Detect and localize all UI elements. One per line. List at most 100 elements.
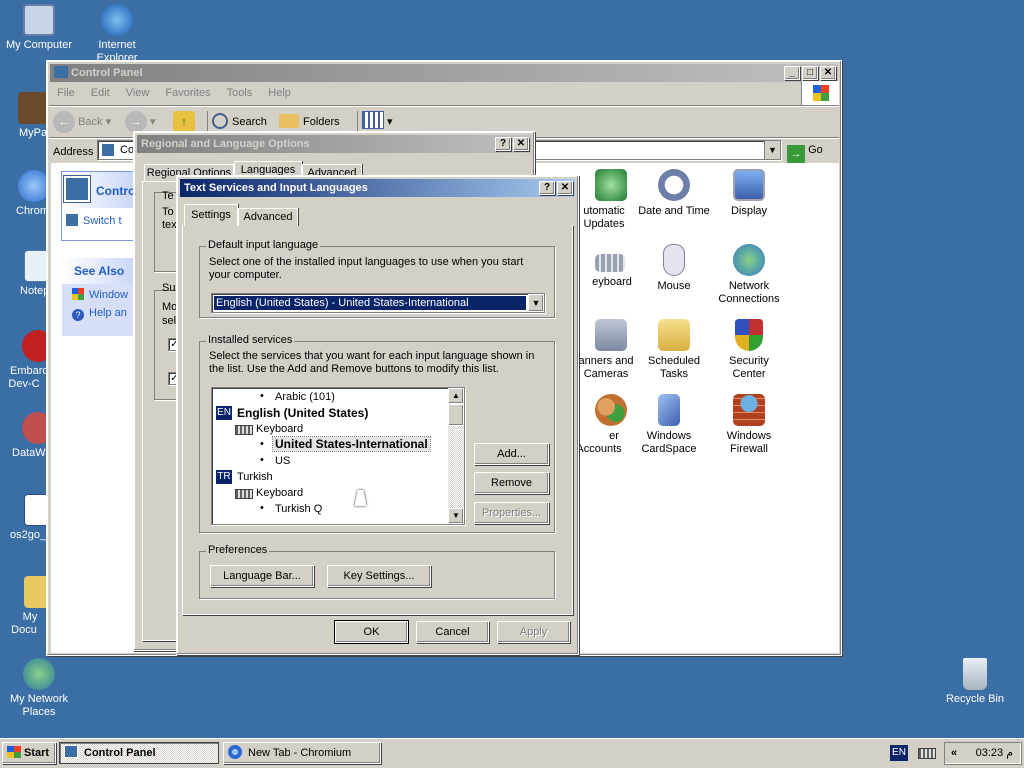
taskbar-task-chromium[interactable]: New Tab - Chromium (223, 742, 381, 764)
scroll-down-arrow[interactable]: ▼ (448, 508, 464, 524)
system-tray: « 03:23 م (944, 742, 1022, 765)
desktop-icon-embarcadero[interactable]: Embarca Dev-C (0, 330, 48, 391)
desktop-icon-datawag[interactable]: DataWag (0, 412, 48, 460)
tree-item-tr-keyboard[interactable]: Keyboard (256, 486, 303, 500)
menu-view[interactable]: View (126, 87, 150, 99)
desktop-icon-internet-explorer[interactable]: Internet Explorer (78, 4, 156, 62)
tree-item-en-keyboard[interactable]: Keyboard (256, 422, 303, 436)
date-time-icon (658, 169, 690, 201)
menu-favorites[interactable]: Favorites (165, 87, 210, 99)
frag-mo: Mo (162, 301, 178, 313)
menu-edit[interactable]: Edit (91, 87, 110, 99)
up-folder-button[interactable]: ↑ (173, 111, 195, 133)
windows-update-icon (72, 288, 84, 300)
internet-explorer-icon (101, 4, 133, 36)
remove-button[interactable]: Remove (474, 472, 549, 494)
see-also-link-windows[interactable]: Window (62, 284, 140, 305)
cp-item-scheduled-tasks[interactable]: Scheduled Tasks (634, 319, 714, 381)
cp-item-windows-cardspace[interactable]: Windows CardSpace (629, 394, 709, 456)
services-tree[interactable]: • Arabic (101) EN English (United States… (211, 387, 465, 525)
scroll-up-arrow[interactable]: ▲ (448, 388, 464, 404)
desktop-icon-my-network-places[interactable]: My Network Places (0, 658, 78, 719)
switch-view-link[interactable]: Switch t (62, 208, 140, 233)
menu-tools[interactable]: Tools (227, 87, 253, 99)
back-button[interactable]: ← Back ▾ (53, 111, 111, 133)
regional-titlebar[interactable]: Regional and Language Options ? ✕ (137, 135, 531, 153)
automatic-updates-icon (595, 169, 627, 201)
minimize-button[interactable]: _ (784, 66, 800, 80)
add-button[interactable]: Add... (474, 443, 549, 465)
toolbar-separator (49, 105, 839, 106)
frag-te: Te (162, 190, 174, 202)
views-button[interactable]: ▾ (357, 111, 393, 133)
control-panel-task-icon (64, 745, 78, 758)
tree-scrollbar[interactable]: ▲ ▼ (448, 388, 464, 524)
help-icon: ? (72, 309, 84, 321)
taskbar-task-control-panel[interactable]: Control Panel (59, 742, 219, 764)
menu-bar: File Edit View Favorites Tools Help (57, 87, 307, 99)
key-settings-button[interactable]: Key Settings... (327, 565, 431, 587)
regional-close-button[interactable]: ✕ (513, 137, 529, 151)
tab-settings[interactable]: Settings (184, 204, 238, 226)
see-also-link-help[interactable]: ? Help an (62, 305, 140, 323)
switch-view-icon (66, 214, 78, 226)
cp-item-network-connections[interactable]: Network Connections (709, 244, 789, 306)
my-documents-icon (24, 576, 48, 608)
cp-item-date-time[interactable]: Date and Time (634, 169, 714, 218)
installed-services-description: Select the services that you want for ea… (209, 350, 535, 375)
language-bar-button[interactable]: Language Bar... (210, 565, 314, 587)
desktop-icon-my-documents[interactable]: My Docu (0, 576, 48, 637)
tree-item-english-us[interactable]: English (United States) (237, 406, 368, 420)
text-services-titlebar[interactable]: Text Services and Input Languages ? ✕ (180, 179, 575, 197)
cp-item-security-center[interactable]: Security Center (709, 319, 789, 381)
language-indicator[interactable]: EN (890, 745, 908, 761)
tree-item-turkish[interactable]: Turkish (237, 470, 273, 484)
properties-button[interactable]: Properties... (474, 502, 549, 524)
menu-help[interactable]: Help (268, 87, 291, 99)
dialog-help-button[interactable]: ? (539, 181, 555, 195)
datawag-icon (22, 412, 48, 444)
desktop-icon-mypa[interactable]: MyPa (0, 92, 48, 140)
start-button[interactable]: Start (2, 742, 56, 764)
up-arrow-icon: ↑ (181, 116, 187, 128)
desktop-icon-os2go[interactable]: os2go_tr (0, 494, 48, 542)
tree-item-arabic-101[interactable]: Arabic (101) (275, 390, 335, 404)
desktop-icon-notepad[interactable]: Notepa (0, 250, 48, 298)
menu-file[interactable]: File (57, 87, 75, 99)
clock[interactable]: 03:23 م (976, 743, 1013, 764)
tray-expand-chevron[interactable]: « (951, 743, 957, 764)
cp-item-mouse[interactable]: Mouse (634, 244, 714, 293)
go-button[interactable]: → Go (787, 140, 823, 163)
tree-item-us-international[interactable]: United States-International (272, 436, 431, 452)
desktop-icon-chrom[interactable]: Chrom (0, 170, 48, 218)
cp-item-display[interactable]: Display (709, 169, 789, 218)
address-label: Address (53, 146, 94, 158)
close-button[interactable]: ✕ (820, 66, 836, 80)
regional-help-button[interactable]: ? (495, 137, 511, 151)
scroll-thumb[interactable] (448, 404, 464, 426)
control-panel-small-icon (101, 143, 115, 157)
apply-button[interactable]: Apply (497, 621, 570, 643)
select-dropdown-button[interactable]: ▼ (528, 294, 544, 312)
my-network-places-icon (23, 658, 55, 690)
control-panel-titlebar[interactable]: Control Panel _ □ ✕ (50, 64, 838, 82)
tab-advanced-settings[interactable]: Advanced (238, 208, 298, 226)
ok-button[interactable]: OK (334, 620, 409, 644)
desktop-icon-recycle-bin[interactable]: Recycle Bin (936, 658, 1014, 706)
tree-item-turkish-q[interactable]: Turkish Q (275, 502, 322, 516)
sidebar-header: Contro (62, 172, 140, 208)
maximize-button[interactable]: □ (802, 66, 818, 80)
keyboard-tray-icon[interactable] (918, 748, 936, 759)
search-button[interactable]: Search (207, 111, 267, 133)
folders-button[interactable]: Folders (279, 111, 340, 133)
desktop-icon-my-computer[interactable]: My Computer (0, 4, 78, 52)
dialog-close-button[interactable]: ✕ (557, 181, 573, 195)
cp-item-windows-firewall[interactable]: Windows Firewall (709, 394, 789, 456)
cancel-button[interactable]: Cancel (416, 621, 489, 643)
address-dropdown-button[interactable]: ▼ (764, 141, 780, 159)
forward-button[interactable]: → ▾ (125, 111, 156, 133)
tr-language-badge: TR (216, 470, 232, 484)
tree-item-us[interactable]: US (275, 454, 290, 468)
default-language-select[interactable]: English (United States) - United States-… (211, 293, 545, 313)
chromium-task-icon (228, 745, 242, 759)
